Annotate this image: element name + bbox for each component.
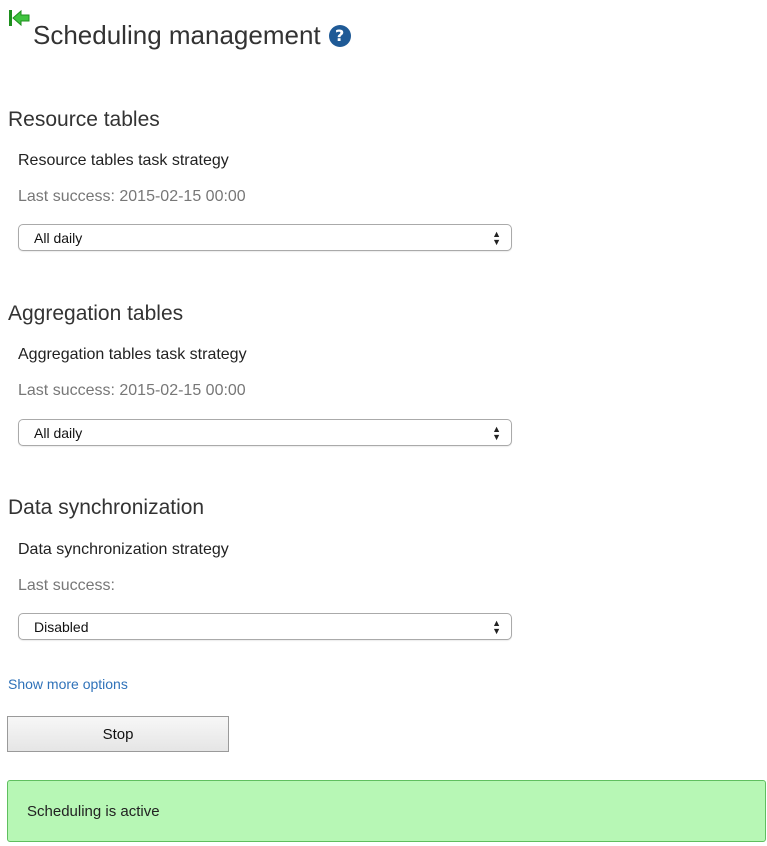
status-text: Scheduling is active [27,802,160,820]
select-arrows-icon: ▲ ▼ [492,228,501,247]
section-aggregation-tables: Aggregation tables [8,302,183,326]
last-success-text: Last success: [18,577,115,594]
select-arrows-icon: ▲ ▼ [492,423,501,442]
strategy-label: Resource tables task strategy [18,152,229,169]
data-synchronization-strategy-select[interactable]: Disabled ▲ ▼ [18,613,512,640]
last-success-text: Last success: 2015-02-15 00:00 [18,382,246,399]
aggregation-tables-strategy-select[interactable]: All daily ▲ ▼ [18,419,512,446]
section-title: Aggregation tables [8,302,184,325]
select-value: Disabled [34,618,89,635]
back-arrow-icon[interactable] [8,8,30,30]
strategy-label: Data synchronization strategy [18,541,229,558]
last-success-text: Last success: 2015-02-15 00:00 [18,188,246,205]
select-value: All daily [34,424,83,441]
section-title: Data synchronization [8,496,205,519]
select-value: All daily [34,229,83,246]
page-title: Scheduling management ? [33,20,351,51]
show-more-options-link[interactable]: Show more options [8,676,128,692]
strategy-label: Aggregation tables task strategy [18,346,247,363]
resource-tables-strategy-select[interactable]: All daily ▲ ▼ [18,224,512,251]
stop-button[interactable]: Stop [7,716,229,752]
select-arrows-icon: ▲ ▼ [492,617,501,636]
section-resource-tables: Resource tables [8,108,160,132]
help-icon[interactable]: ? [328,24,351,47]
status-message: Scheduling is active [7,780,766,842]
section-title: Resource tables [8,108,160,131]
page-title-text: Scheduling management [33,20,321,50]
section-data-synchronization: Data synchronization [8,496,204,520]
